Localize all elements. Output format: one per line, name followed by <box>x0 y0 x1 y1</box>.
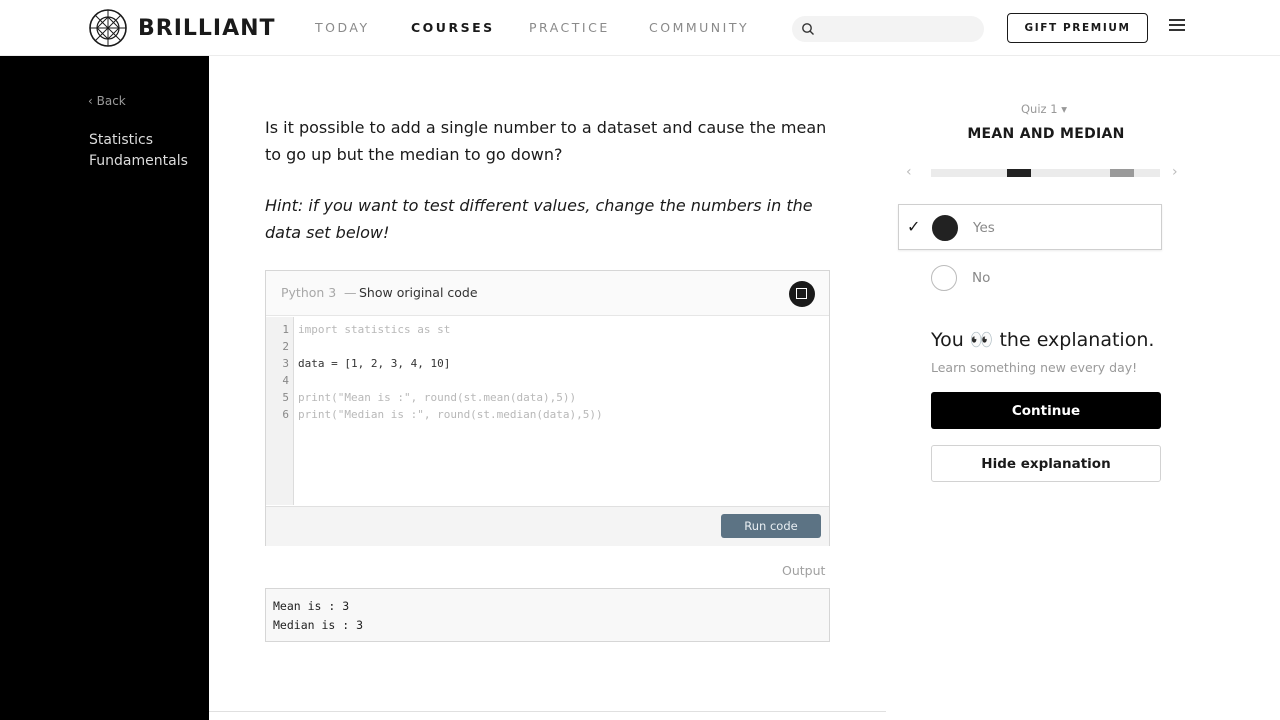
brilliant-logo-icon <box>89 9 127 47</box>
nav-community[interactable]: COMMUNITY <box>649 20 749 35</box>
language-label: Python 3 <box>281 285 337 300</box>
radio-filled-icon <box>932 215 958 241</box>
copy-code-button[interactable] <box>789 281 815 307</box>
top-nav-bar: BRILLIANT TODAY COURSES PRACTICE COMMUNI… <box>0 0 1280 56</box>
code-editor: Python 3 — Show original code 1 2 3 4 5 … <box>265 270 830 546</box>
search-input[interactable] <box>792 16 984 42</box>
previous-icon[interactable]: ‹ <box>906 164 912 180</box>
answer-label: No <box>972 270 991 286</box>
question-text: Is it possible to add a single number to… <box>265 118 827 164</box>
brand-name: BRILLIANT <box>138 15 276 41</box>
code-editor-header: Python 3 — Show original code <box>266 271 829 316</box>
answer-option-yes[interactable]: ✓ Yes <box>898 204 1162 250</box>
output-console: Mean is : 3 Median is : 3 <box>265 588 830 642</box>
line-number: 3 <box>282 357 289 370</box>
code-line[interactable]: print("Mean is :", round(st.mean(data),5… <box>298 391 576 404</box>
code-line[interactable]: print("Median is :", round(st.median(dat… <box>298 408 603 421</box>
line-number: 4 <box>282 374 289 387</box>
line-number: 5 <box>282 391 289 404</box>
line-number: 1 <box>282 323 289 336</box>
output-line: Mean is : 3 <box>273 599 350 613</box>
gift-premium-button[interactable]: GIFT PREMIUM <box>1007 13 1148 43</box>
code-editor-footer: Run code <box>266 506 829 546</box>
back-link[interactable]: ‹ Back <box>88 94 126 108</box>
progress-segment[interactable] <box>1110 169 1134 177</box>
course-sidebar: ‹ Back Statistics Fundamentals <box>0 56 209 720</box>
quiz-progress-bar <box>931 169 1160 177</box>
radio-empty-icon <box>931 265 957 291</box>
nav-practice[interactable]: PRACTICE <box>529 20 610 35</box>
explanation-heading: You 👀 the explanation. <box>931 329 1155 351</box>
copy-icon <box>796 288 807 299</box>
code-line[interactable]: import statistics as st <box>298 323 450 336</box>
hamburger-menu-icon[interactable] <box>1169 19 1185 35</box>
quiz-title: MEAN AND MEDIAN <box>967 126 1125 142</box>
line-number: 2 <box>282 340 289 353</box>
search-icon <box>802 23 814 35</box>
run-code-button[interactable]: Run code <box>721 514 821 538</box>
nav-courses[interactable]: COURSES <box>411 20 495 35</box>
divider <box>209 711 886 712</box>
hint-text: Hint: if you want to test different valu… <box>265 196 813 242</box>
checkmark-icon: ✓ <box>907 217 921 236</box>
nav-today[interactable]: TODAY <box>315 20 370 35</box>
language-separator: — <box>344 285 357 300</box>
line-number: 6 <box>282 408 289 421</box>
output-label: Output <box>782 563 826 578</box>
show-original-code-link[interactable]: Show original code <box>359 285 478 300</box>
answer-option-no[interactable]: No <box>898 255 1162 301</box>
hide-explanation-button[interactable]: Hide explanation <box>931 445 1161 482</box>
continue-button[interactable]: Continue <box>931 392 1161 429</box>
explanation-subtitle: Learn something new every day! <box>931 360 1138 375</box>
progress-current-segment[interactable] <box>1007 169 1031 177</box>
next-icon[interactable]: › <box>1172 164 1178 180</box>
line-number-gutter: 1 2 3 4 5 6 <box>266 317 294 505</box>
output-line: Median is : 3 <box>273 618 364 632</box>
quiz-selector[interactable]: Quiz 1 ▾ <box>1021 102 1067 116</box>
brand-logo[interactable]: BRILLIANT <box>88 8 276 48</box>
answer-label: Yes <box>973 220 995 236</box>
code-line-data[interactable]: data = [1, 2, 3, 4, 10] <box>298 357 450 370</box>
course-title-link[interactable]: Statistics Fundamentals <box>89 130 199 172</box>
